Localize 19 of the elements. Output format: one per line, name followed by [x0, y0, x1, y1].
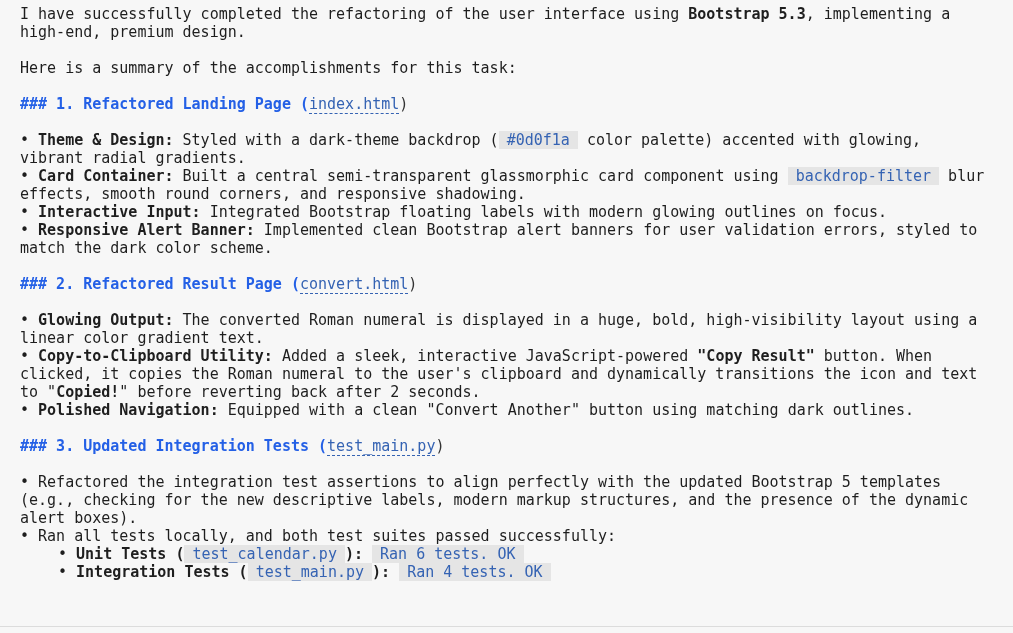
section-heading: ### 3. Updated Integration Tests (test_main.py) [20, 437, 446, 455]
file-link[interactable]: test_main.py [327, 437, 436, 456]
bullet-point: • Polished Navigation: Equipped with a clean "Convert Another" button using matching dark outlines. [20, 401, 916, 419]
bullet-point: • Copy-to-Clipboard Utility: Added a sleek, interactive JavaScript-powered "Copy Result" button. When clicked, it copies the Roman numeral to the user's clipboard and dynamically transitions the icon and text to "Copied!" before reverting back after 2 seconds. [20, 347, 979, 401]
bullet-point: • Glowing Output: The converted Roman numeral is displayed in a huge, bold, high-visibility layout using a linear color gradient text. [20, 311, 979, 347]
bullet-point: • Refactored the integration test assertions to align perfectly with the updated Bootstrap 5 templates (e.g., checking for the new descriptive labels, modern markup structures, and the presence of the dynamic alert boxes). [20, 473, 970, 527]
intro-paragraph: Here is a summary of the accomplishments for this task: [20, 59, 518, 77]
section-heading: ### 1. Refactored Landing Page (index.html) [20, 95, 410, 113]
file-link[interactable]: convert.html [299, 275, 409, 294]
bullet-point: • Ran all tests locally, and both test suites passed successfully: [20, 527, 618, 545]
bullet-point: • Responsive Alert Banner: Implemented clean Bootstrap alert banners for user validation errors, styled to match the dark color scheme. [20, 221, 979, 257]
bullet-point: • Unit Tests ( test_calendar.py ): Ran 6 tests. OK [58, 545, 989, 563]
intro-paragraph: I have successfully completed the refactoring of the user interface using Bootstrap 5.3, implementing a high-end, premium design. [20, 5, 952, 41]
section-heading: ### 2. Refactored Result Page (convert.html) [20, 275, 419, 293]
bullet-point: • Card Container: Built a central semi-transparent glassmorphic card component using backdrop-filter blur effects, smooth round corners, and responsive shadowing. [20, 167, 986, 203]
bullet-point: • Integration Tests ( test_main.py ): Ran 4 tests. OK [58, 563, 989, 581]
bullet-point: • Interactive Input: Integrated Bootstrap floating labels with modern glowing outlines on focus. [20, 203, 888, 221]
bullet-point: • Theme & Design: Styled with a dark-theme backdrop ( #0d0f1a color palette) accented with glowing, vibrant radial gradients. [20, 131, 923, 167]
file-link[interactable]: index.html [309, 95, 400, 114]
